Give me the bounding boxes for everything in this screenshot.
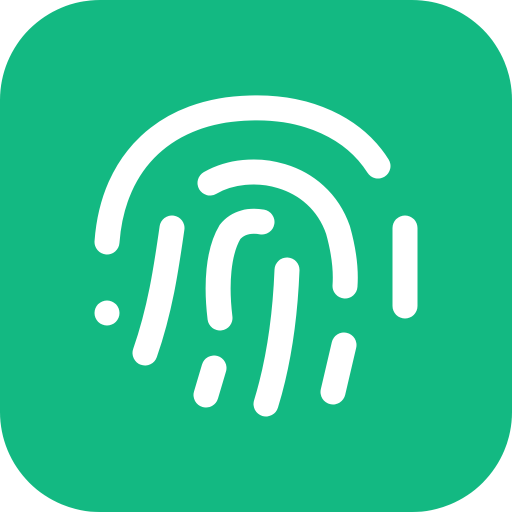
fingerprint-ridge-right-small: [320, 332, 357, 405]
app-icon[interactable]: [0, 0, 512, 512]
fingerprint-icon: [0, 0, 512, 512]
fingerprint-dot: [94, 300, 120, 326]
icon-background: [0, 0, 512, 512]
fingerprint-ridge-bottom-left: [193, 355, 227, 408]
